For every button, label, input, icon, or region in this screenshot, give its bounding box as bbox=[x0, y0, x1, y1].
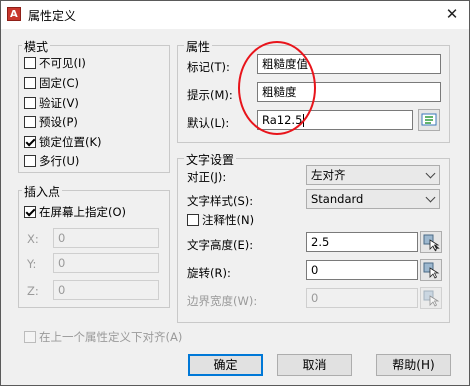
default-label: 默认(L): bbox=[187, 116, 230, 130]
constant-checkbox[interactable]: 固定(C) bbox=[24, 75, 79, 91]
annotative-checkbox[interactable]: 注释性(N) bbox=[187, 212, 254, 228]
rotation-label: 旋转(R): bbox=[187, 266, 231, 280]
justify-select[interactable]: 左对齐 bbox=[306, 165, 440, 185]
rotation-field[interactable]: 0 bbox=[306, 260, 418, 280]
x-field[interactable]: 0 bbox=[53, 228, 159, 248]
attribute-definition-dialog: A 属性定义 ✕ 模式 不可见(I) 固定(C) 验证(V) 预设(P) 锁定位… bbox=[0, 0, 470, 386]
attribute-group-label: 属性 bbox=[184, 38, 213, 55]
close-icon[interactable]: ✕ bbox=[439, 3, 465, 25]
multiline-check-box[interactable] bbox=[24, 155, 36, 167]
text-style-label: 文字样式(S): bbox=[187, 194, 254, 208]
title-bar: A 属性定义 ✕ bbox=[1, 1, 469, 29]
text-style-value: Standard bbox=[311, 192, 364, 206]
boundary-width-pick-button[interactable] bbox=[420, 287, 442, 309]
dialog-title: 属性定义 bbox=[28, 9, 77, 23]
insert-field-button[interactable] bbox=[418, 109, 440, 131]
lock-position-check-box[interactable] bbox=[24, 136, 36, 148]
help-button[interactable]: 帮助(H) bbox=[376, 354, 451, 376]
autocad-icon: A bbox=[7, 7, 21, 21]
chevron-down-icon bbox=[425, 168, 436, 179]
z-field[interactable]: 0 bbox=[53, 280, 159, 300]
insertion-point-group-label: 插入点 bbox=[22, 183, 63, 200]
insert-field-icon bbox=[421, 113, 437, 126]
pick-point-icon bbox=[423, 290, 440, 307]
lock-position-label: 锁定位置(K) bbox=[39, 135, 102, 149]
y-label: Y: bbox=[27, 257, 37, 271]
y-field[interactable]: 0 bbox=[53, 253, 159, 273]
prompt-label: 提示(M): bbox=[187, 88, 233, 102]
text-height-pick-button[interactable] bbox=[420, 231, 442, 253]
invisible-check-box[interactable] bbox=[24, 57, 36, 69]
specify-on-screen-label: 在屏幕上指定(O) bbox=[39, 205, 127, 219]
justify-label: 对正(J): bbox=[187, 170, 227, 184]
tag-label: 标记(T): bbox=[187, 60, 230, 74]
boundary-width-field[interactable]: 0 bbox=[306, 288, 418, 308]
lock-position-checkbox[interactable]: 锁定位置(K) bbox=[24, 134, 102, 150]
ok-button[interactable]: 确定 bbox=[188, 354, 263, 376]
align-below-check-box[interactable] bbox=[24, 331, 36, 343]
preset-checkbox[interactable]: 预设(P) bbox=[24, 114, 78, 130]
annotative-check-box[interactable] bbox=[187, 214, 199, 226]
text-style-select[interactable]: Standard bbox=[306, 189, 440, 209]
rotation-pick-button[interactable] bbox=[420, 259, 442, 281]
cancel-button[interactable]: 取消 bbox=[277, 354, 352, 376]
multiline-label: 多行(U) bbox=[39, 154, 80, 168]
invisible-label: 不可见(I) bbox=[39, 56, 86, 70]
pick-point-icon bbox=[423, 262, 440, 279]
verify-label: 验证(V) bbox=[39, 96, 79, 110]
text-height-label: 文字高度(E): bbox=[187, 238, 254, 252]
boundary-width-label: 边界宽度(W): bbox=[187, 294, 258, 308]
text-settings-group-label: 文字设置 bbox=[184, 151, 237, 168]
verify-checkbox[interactable]: 验证(V) bbox=[24, 95, 79, 111]
chevron-down-icon bbox=[425, 192, 436, 203]
annotative-label: 注释性(N) bbox=[202, 213, 255, 227]
constant-check-box[interactable] bbox=[24, 77, 36, 89]
mode-group-label: 模式 bbox=[22, 38, 51, 55]
z-label: Z: bbox=[27, 284, 39, 298]
pick-point-icon bbox=[423, 234, 440, 252]
x-label: X: bbox=[27, 232, 39, 246]
invisible-checkbox[interactable]: 不可见(I) bbox=[24, 55, 86, 71]
verify-check-box[interactable] bbox=[24, 97, 36, 109]
specify-on-screen-checkbox[interactable]: 在屏幕上指定(O) bbox=[24, 204, 126, 220]
preset-label: 预设(P) bbox=[39, 115, 78, 129]
constant-label: 固定(C) bbox=[39, 76, 80, 90]
preset-check-box[interactable] bbox=[24, 116, 36, 128]
specify-on-screen-check-box[interactable] bbox=[24, 206, 36, 218]
annotation-circle bbox=[238, 41, 316, 135]
justify-value: 左对齐 bbox=[311, 168, 346, 182]
align-below-label: 在上一个属性定义下对齐(A) bbox=[39, 330, 183, 344]
text-height-field[interactable]: 2.5 bbox=[306, 232, 418, 252]
multiline-checkbox[interactable]: 多行(U) bbox=[24, 153, 79, 169]
align-below-checkbox[interactable]: 在上一个属性定义下对齐(A) bbox=[24, 329, 182, 345]
